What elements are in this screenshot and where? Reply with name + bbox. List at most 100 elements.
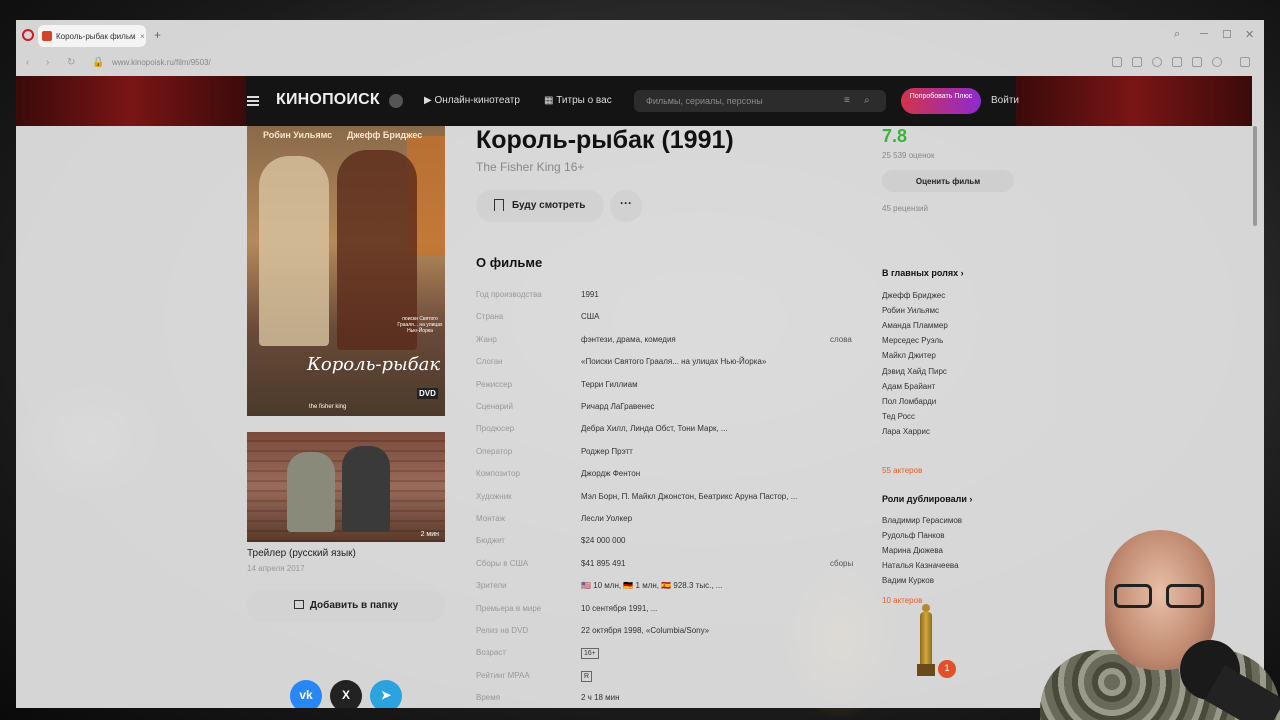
more-options-button[interactable]: ··· — [610, 190, 642, 222]
fact-value[interactable]: США — [581, 312, 599, 321]
fact-value[interactable]: «Поиски Святого Грааля... на улицах Нью-… — [581, 357, 766, 366]
actor-link[interactable]: Тед Росс — [882, 412, 915, 421]
camera-icon[interactable] — [1112, 57, 1122, 67]
poster-actor-2: Джефф Бриджес — [347, 130, 423, 140]
nav-titles[interactable]: ▦ Титры о вас — [544, 95, 612, 106]
fact-value[interactable]: Лесли Уолкер — [581, 514, 632, 523]
actor-link[interactable]: Пол Ломбарди — [882, 397, 936, 406]
maximize-button[interactable]: ☐ — [1222, 28, 1232, 41]
actor-link[interactable]: Аманда Пламмер — [882, 321, 948, 330]
actor-link[interactable]: Марина Дюжева — [882, 546, 943, 555]
fact-value[interactable]: Мэл Борн, П. Майкл Джонстон, Беатрикс Ар… — [581, 492, 797, 501]
reload-icon[interactable]: ↻ — [67, 57, 75, 68]
header-decoration — [16, 76, 246, 126]
tab-close-button[interactable]: × — [140, 32, 145, 41]
actor-link[interactable]: Лара Харрис — [882, 427, 930, 436]
browser-tab[interactable]: Король-рыбак фильм × — [38, 25, 146, 47]
fact-value[interactable]: Роджер Прэтт — [581, 447, 633, 456]
fact-value[interactable]: R — [581, 670, 593, 682]
fact-value[interactable]: 22 октября 1998, «Columbia/Sony» — [581, 626, 709, 635]
fact-value[interactable]: $24 000 000 — [581, 536, 626, 545]
fact-value[interactable]: $41 895 491 — [581, 559, 626, 568]
fact-value[interactable]: 10 сентября 1991, ... — [581, 604, 657, 613]
folder-icon — [293, 600, 304, 609]
site-logo[interactable]: КИНОПОИСК — [276, 91, 380, 109]
menu-icon[interactable] — [1192, 57, 1202, 67]
fact-row: Сценарий Ричард ЛаГравенес — [476, 402, 866, 418]
poster-subtitle: the fisher king — [309, 404, 347, 410]
close-window-button[interactable]: ✕ — [1245, 28, 1254, 41]
movie-poster[interactable]: Робин Уильямс Джефф Бриджес поиски Свято… — [247, 126, 445, 416]
download-icon[interactable] — [1172, 57, 1182, 67]
oscar-statuette-icon[interactable] — [916, 604, 936, 676]
poster-tagline: поиски Святого Грааля... на улицах Нью-Й… — [397, 316, 443, 334]
oscar-count-badge: 1 — [938, 660, 956, 678]
fact-extra-link[interactable]: слова — [830, 335, 852, 344]
login-button[interactable]: Войти — [991, 95, 1019, 106]
fact-value[interactable]: 🇺🇸 10 млн, 🇩🇪 1 млн, 🇪🇸 928.3 тыс., ... — [581, 581, 722, 590]
oscar-head — [922, 604, 930, 612]
cast-heading[interactable]: В главных ролях › — [882, 268, 964, 278]
trailer-thumbnail[interactable]: 2 мин — [247, 432, 445, 542]
try-plus-button[interactable]: Попробовать Плюс — [901, 88, 981, 114]
x-share-button[interactable]: X — [330, 680, 362, 708]
extensions-icon[interactable] — [1240, 57, 1250, 67]
fact-label: Художник — [476, 491, 512, 501]
fact-value[interactable]: 16+ — [581, 648, 599, 660]
minimize-button[interactable]: ─ — [1200, 28, 1208, 40]
fact-row: Премьера в мире 10 сентября 1991, ... — [476, 604, 866, 620]
url-field[interactable]: www.kinopoisk.ru/film/9503/ — [112, 58, 211, 67]
search-input[interactable]: Фильмы, сериалы, персоны ≡ ⌕ — [634, 90, 886, 112]
dubbing-heading-label: Роли дублировали — [882, 494, 967, 504]
actor-link[interactable]: Владимир Герасимов — [882, 516, 962, 525]
actor-link[interactable]: Дэвид Хайд Пирс — [882, 367, 947, 376]
heart-icon[interactable] — [1152, 57, 1162, 67]
fact-row: Зрители 🇺🇸 10 млн, 🇩🇪 1 млн, 🇪🇸 928.3 тыс… — [476, 581, 866, 597]
fact-value[interactable]: 2 ч 18 мин — [581, 693, 620, 702]
search-icon[interactable]: ⌕ — [864, 95, 870, 106]
actor-link[interactable]: Вадим Курков — [882, 576, 934, 585]
page-scrollbar[interactable] — [1253, 126, 1257, 226]
new-tab-button[interactable]: + — [154, 28, 161, 42]
actor-link[interactable]: Наталья Казначеева — [882, 561, 959, 570]
fact-value[interactable]: Джордж Фентон — [581, 469, 640, 478]
telegram-share-button[interactable]: ➤ — [370, 680, 402, 708]
trailer-title[interactable]: Трейлер (русский язык) — [247, 548, 356, 559]
forward-icon[interactable]: › — [46, 57, 49, 68]
opera-logo-icon[interactable] — [22, 29, 34, 41]
fact-value[interactable]: Дебра Хилл, Линда Обст, Тони Марк, ... — [581, 424, 728, 433]
fact-label: Жанр — [476, 334, 497, 344]
rate-movie-button[interactable]: Оценить фильм — [882, 170, 1014, 192]
nav-online-cinema[interactable]: ▶ Онлайн-кинотеатр — [424, 95, 520, 106]
fact-row: Продюсер Дебра Хилл, Линда Обст, Тони Мар… — [476, 424, 866, 440]
actor-link[interactable]: Джефф Бриджес — [882, 291, 945, 300]
vk-share-button[interactable]: vk — [290, 680, 322, 708]
fact-value[interactable]: Ричард ЛаГравенес — [581, 402, 655, 411]
dubbing-heading[interactable]: Роли дублировали › — [882, 494, 972, 504]
back-icon[interactable]: ‹ — [26, 57, 29, 68]
fact-label: Зрители — [476, 581, 507, 591]
actor-link[interactable]: Адам Брайант — [882, 382, 935, 391]
actor-link[interactable]: Майкл Джитер — [882, 351, 936, 360]
fact-label: Сценарий — [476, 402, 513, 411]
actor-link[interactable]: Рудольф Панков — [882, 531, 945, 540]
fact-extra-link[interactable]: сборы — [830, 559, 853, 568]
watch-later-button[interactable]: Буду смотреть — [476, 190, 604, 222]
poster-figure — [259, 156, 329, 346]
search-icon[interactable]: ⌕ — [1174, 28, 1180, 41]
fact-row: Сборы в США $41 895 491 сборы — [476, 559, 866, 575]
add-to-folder-button[interactable]: Добавить в папку — [247, 590, 445, 622]
profile-icon[interactable] — [1212, 57, 1222, 67]
shield-icon[interactable] — [1132, 57, 1142, 67]
fact-value[interactable]: фэнтези, драма, комедия — [581, 335, 676, 344]
reviews-link[interactable]: 45 рецензий — [882, 204, 928, 213]
menu-burger-icon[interactable] — [247, 96, 259, 106]
glasses-lens — [1114, 584, 1152, 608]
fact-value[interactable]: Терри Гиллиам — [581, 380, 638, 389]
actor-link[interactable]: Мерседес Руэль — [882, 336, 943, 345]
filter-icon[interactable]: ≡ — [844, 95, 850, 106]
fact-value[interactable]: 1991 — [581, 290, 599, 299]
actor-link[interactable]: Робин Уильямс — [882, 306, 939, 315]
fact-label: Премьера в мире — [476, 603, 542, 613]
cast-more-link[interactable]: 55 актеров — [882, 466, 922, 475]
